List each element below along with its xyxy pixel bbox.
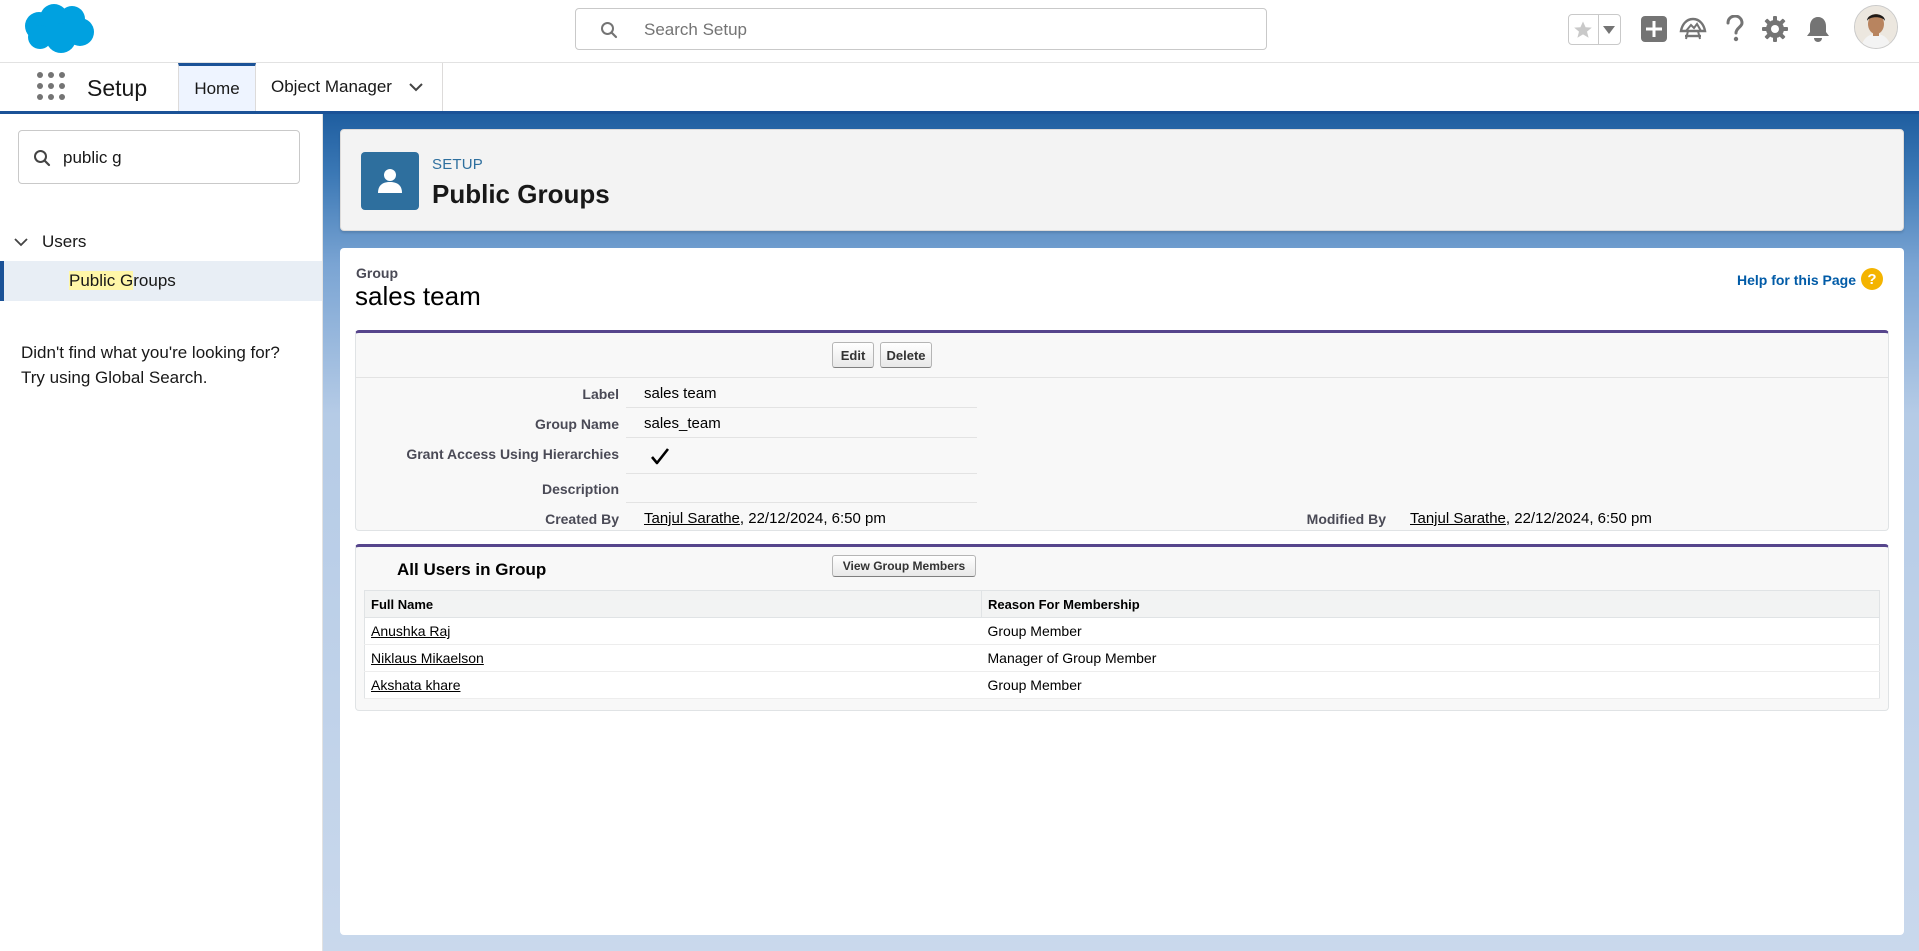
view-group-members-button[interactable]: View Group Members <box>832 555 976 577</box>
plus-icon <box>1641 16 1667 42</box>
favorites-button[interactable] <box>1569 15 1599 44</box>
quick-find-input[interactable] <box>61 146 285 170</box>
table-row: Akshata khare Group Member <box>364 671 1880 699</box>
field-group-name-value: sales_team <box>644 415 721 432</box>
all-users-in-group-section: All Users in Group View Group Members Fu… <box>355 544 1889 711</box>
person-glyph <box>378 169 402 193</box>
setup-sidebar: Users Public Groups Didn't find what you… <box>0 114 323 951</box>
global-actions-button[interactable] <box>1639 14 1669 44</box>
field-group-name-label: Group Name <box>534 416 619 432</box>
modified-by-date: , 22/12/2024, 6:50 pm <box>1505 510 1652 527</box>
favorites-list-button[interactable] <box>1599 15 1620 44</box>
group-detail-card: Group sales team Help for this Page ? Ed… <box>340 248 1904 935</box>
divider <box>626 437 977 438</box>
members-table: Full Name Reason For Membership Anushka … <box>364 590 1880 699</box>
trailhead-button[interactable] <box>1678 14 1708 44</box>
not-found-message: Didn't find what you're looking for? Try… <box>21 340 311 390</box>
quick-find-box[interactable] <box>18 130 300 184</box>
tree-item-label-rest: roups <box>133 271 176 290</box>
user-avatar[interactable] <box>1854 5 1898 49</box>
star-icon <box>1574 21 1593 38</box>
user-photo <box>1855 6 1897 48</box>
not-found-line-2: Try using Global Search. <box>21 368 208 387</box>
search-highlight: Public G <box>69 271 134 290</box>
member-link[interactable]: Niklaus Mikaelson <box>371 650 484 666</box>
chevron-down-icon[interactable] <box>408 81 424 93</box>
modified-by-user-link[interactable]: Tanjul Sarathe <box>1410 510 1506 527</box>
tab-object-manager-label: Object Manager <box>271 77 392 96</box>
tree-node-users-label: Users <box>42 232 87 251</box>
divider <box>626 407 977 408</box>
favorites-group <box>1568 14 1621 45</box>
cell-reason: Group Member <box>981 617 1880 645</box>
delete-button[interactable]: Delete <box>880 342 932 368</box>
table-header-row: Full Name Reason For Membership <box>364 590 1880 618</box>
trailhead-icon <box>1679 17 1707 40</box>
user-icon <box>361 152 419 210</box>
cell-full-name: Anushka Raj <box>364 617 982 645</box>
record-title: sales team <box>355 281 481 311</box>
question-icon <box>1726 15 1744 42</box>
tree-item-label: Public Groups <box>69 271 176 291</box>
column-header-reason[interactable]: Reason For Membership <box>981 590 1880 618</box>
field-modified-by-label: Modified By <box>1306 511 1386 527</box>
cell-reason: Group Member <box>981 671 1880 699</box>
app-name: Setup <box>87 75 148 101</box>
chevron-down-icon[interactable] <box>12 233 30 251</box>
checkmark-icon <box>651 448 670 465</box>
divider <box>356 377 1888 378</box>
context-bar: Setup Home Object Manager <box>0 63 1919 114</box>
created-by-date: , 22/12/2024, 6:50 pm <box>739 510 886 527</box>
gear-icon <box>1762 16 1788 42</box>
search-icon <box>601 22 618 39</box>
help-button[interactable] <box>1720 14 1750 44</box>
created-by-user-link[interactable]: Tanjul Sarathe <box>644 510 740 527</box>
cell-full-name: Niklaus Mikaelson <box>364 644 982 672</box>
caret-down-icon <box>1603 25 1616 34</box>
notifications-button[interactable] <box>1803 14 1833 44</box>
field-grant-access-label: Grant Access Using Hierarchies <box>406 446 619 462</box>
page-header-kicker: SETUP <box>432 156 484 173</box>
help-question-icon[interactable]: ? <box>1861 268 1883 290</box>
bell-icon <box>1807 17 1829 42</box>
table-row: Anushka Raj Group Member <box>364 617 1880 645</box>
field-label-value: sales team <box>644 385 717 402</box>
cell-full-name: Akshata khare <box>364 671 982 699</box>
divider <box>626 502 977 503</box>
column-header-full-name[interactable]: Full Name <box>364 590 982 618</box>
setup-search-box[interactable] <box>575 8 1267 50</box>
not-found-line-1: Didn't find what you're looking for? <box>21 343 280 362</box>
field-label-label: Label <box>582 386 619 402</box>
app-launcher-icon[interactable] <box>36 71 66 101</box>
field-modified-by-value: Tanjul Sarathe, 22/12/2024, 6:50 pm <box>1410 510 1652 527</box>
member-link[interactable]: Akshata khare <box>371 677 461 693</box>
tree-item-public-groups[interactable]: Public Groups <box>0 261 322 301</box>
cell-reason: Manager of Group Member <box>981 644 1880 672</box>
help-for-page-link[interactable]: Help for this Page <box>1737 272 1856 288</box>
page-header: SETUP Public Groups <box>340 129 1904 231</box>
table-row: Niklaus Mikaelson Manager of Group Membe… <box>364 644 1880 672</box>
member-link[interactable]: Anushka Raj <box>371 623 450 639</box>
setup-search-input[interactable] <box>642 18 1246 42</box>
edit-button[interactable]: Edit <box>832 342 874 368</box>
divider <box>626 473 977 474</box>
setup-gear-button[interactable] <box>1760 14 1790 44</box>
field-created-by-label: Created By <box>545 511 619 527</box>
field-created-by-value: Tanjul Sarathe, 22/12/2024, 6:50 pm <box>644 510 886 527</box>
tab-home[interactable]: Home <box>178 63 256 111</box>
page-title: Public Groups <box>432 179 610 209</box>
tree-node-users[interactable]: Users <box>12 228 86 256</box>
record-type-label: Group <box>356 265 398 281</box>
salesforce-logo[interactable] <box>20 2 96 56</box>
search-icon <box>34 150 51 167</box>
related-list-title: All Users in Group <box>397 560 547 579</box>
tab-object-manager[interactable]: Object Manager <box>256 63 443 111</box>
global-header <box>0 0 1919 63</box>
group-detail-section: Edit Delete Label sales team Group Name … <box>355 330 1889 531</box>
field-description-label: Description <box>541 481 619 497</box>
